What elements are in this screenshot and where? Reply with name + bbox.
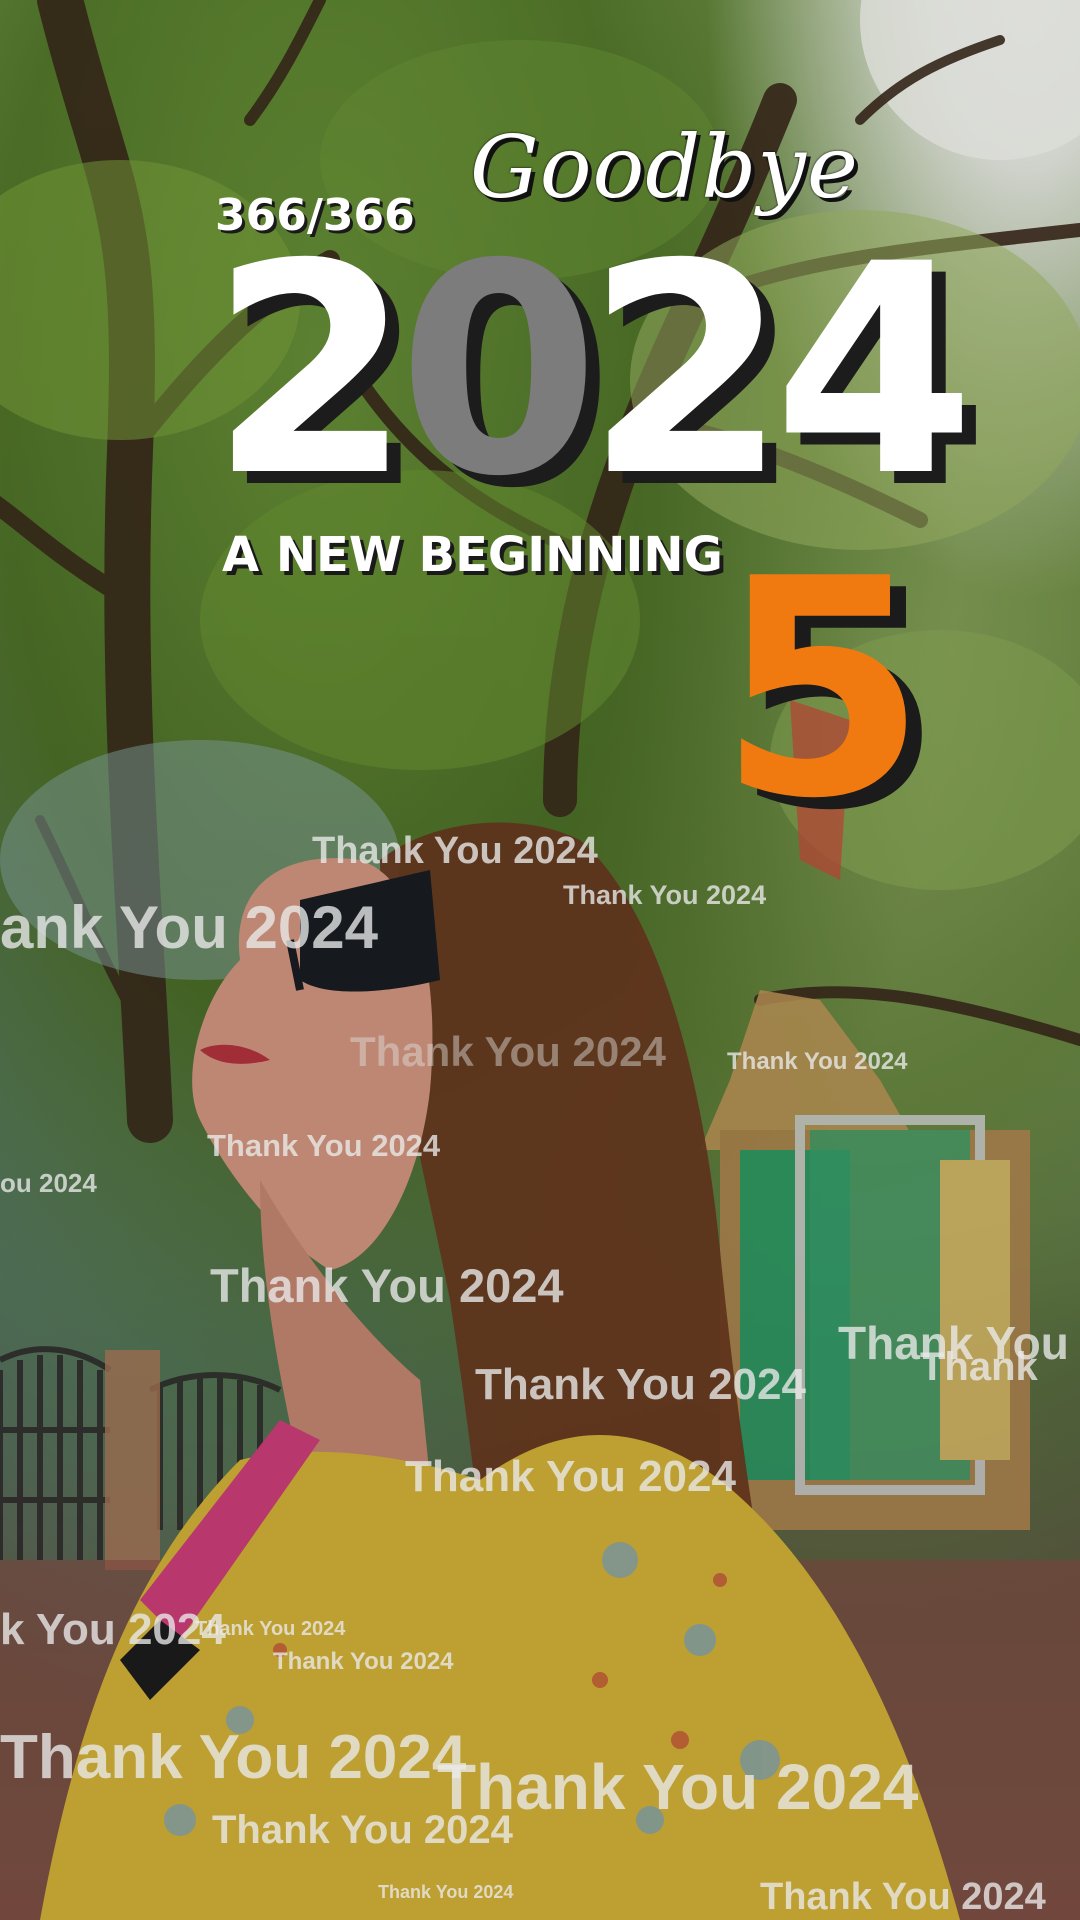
story-canvas: 366/366 Goodbye 2 0 2 4 A NEW BEGINNING …	[0, 0, 1080, 1920]
thank-you-text: Thank You 2024	[475, 1360, 806, 1409]
thank-you-text: Thank You 2024	[350, 1028, 666, 1075]
thank-you-text: Thank You 2024	[212, 1808, 513, 1852]
year-digit-4: 4	[773, 203, 975, 540]
thank-you-text: k You 2024	[0, 1605, 226, 1654]
year-digit-3: 2	[585, 203, 788, 540]
thank-you-text: Thank You 2024	[273, 1648, 454, 1675]
thank-you-text: Thank You 2024	[727, 1048, 908, 1075]
thank-you-text: Thank You 2024	[312, 830, 598, 872]
thank-you-text: Thank You 2024	[0, 1723, 467, 1792]
thank-you-text: Thank You 2024	[207, 1128, 441, 1163]
thank-you-text: Thank You 2024	[563, 880, 767, 910]
thank-you-text: ou 2024	[0, 1168, 97, 1198]
year-2024: 2 0 2 4	[210, 203, 975, 540]
thank-you-text: ank You 2024	[0, 894, 378, 961]
thank-you-text: Thank You 2024	[760, 1876, 1046, 1918]
thank-you-text: Thank You 2024	[405, 1452, 736, 1501]
thank-you-text: Thank	[920, 1345, 1038, 1389]
next-year-digit: 5	[718, 515, 927, 864]
thank-you-text: Thank You 2024	[195, 1618, 346, 1640]
year-digit-1: 2	[210, 203, 412, 540]
tagline: A NEW BEGINNING	[222, 527, 723, 583]
year-digit-2: 0	[397, 203, 600, 540]
thank-you-text: Thank You 2024	[210, 1259, 564, 1312]
thank-you-text: Thank You 2024	[378, 1882, 514, 1902]
